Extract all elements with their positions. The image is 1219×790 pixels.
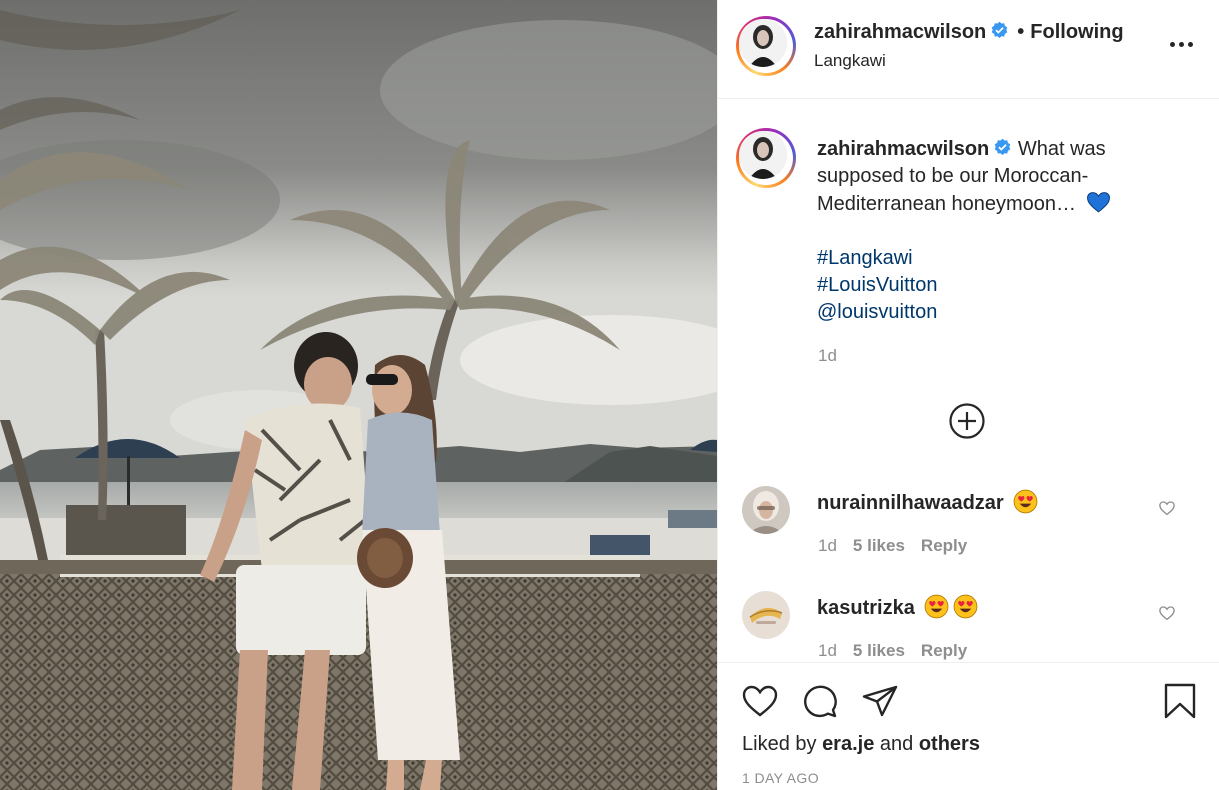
post-photo[interactable] [0, 0, 717, 790]
commenter-avatar[interactable] [742, 486, 790, 534]
heart-eyes-emoji [954, 594, 978, 619]
following-button[interactable]: Following [1030, 21, 1123, 43]
verified-badge-icon [992, 21, 1008, 38]
liked-by-prefix: Liked by [742, 733, 817, 755]
caption-time: 1d [818, 346, 837, 365]
comment-text: kasutrizka [817, 594, 978, 620]
like-heart-icon[interactable] [740, 681, 780, 721]
post-location[interactable]: Langkawi [814, 51, 886, 71]
share-send-icon[interactable] [860, 681, 900, 721]
comment-like-heart-icon[interactable] [1158, 604, 1176, 622]
mention-louisvuitton[interactable]: @louisvuitton [817, 299, 1117, 326]
commenter-username[interactable]: kasutrizka [817, 597, 915, 619]
comment-likes[interactable]: 5 likes [853, 536, 905, 555]
comment-likes[interactable]: 5 likes [853, 641, 905, 660]
caption-username[interactable]: zahirahmacwilson [817, 138, 989, 160]
comment-time: 1d [818, 641, 837, 660]
heart-eyes-emoji [1013, 489, 1038, 514]
hashtag-louisvuitton[interactable]: #LouisVuitton [817, 272, 1117, 299]
blue-heart-emoji [1086, 192, 1110, 213]
comment-item: nurainnilhawaadzar 1d 5 likes Reply [718, 472, 1219, 572]
load-more-comments-icon[interactable] [948, 402, 986, 440]
caption-text-block: zahirahmacwilson What was supposed to be… [817, 136, 1117, 326]
comment-bubble-icon[interactable] [800, 681, 840, 721]
comment-time: 1d [818, 536, 837, 555]
commenter-avatar[interactable] [742, 591, 790, 639]
post-action-bar: Liked by era.je and others 1 DAY AGO [718, 662, 1219, 790]
liked-by-user[interactable]: era.je [822, 733, 874, 755]
liked-by-others[interactable]: others [919, 733, 980, 755]
caption-avatar[interactable] [736, 128, 796, 188]
post-timestamp[interactable]: 1 DAY AGO [742, 770, 819, 786]
author-avatar[interactable] [736, 16, 796, 76]
comment-like-heart-icon[interactable] [1158, 499, 1176, 517]
hashtag-langkawi[interactable]: #Langkawi [817, 245, 1117, 272]
post-caption: zahirahmacwilson What was supposed to be… [718, 100, 1219, 468]
more-options-icon[interactable] [1170, 34, 1196, 54]
post-header: zahirahmacwilson • Following Langkawi [718, 0, 1219, 99]
separator-dot: • [1017, 21, 1025, 43]
verified-badge-icon [995, 138, 1011, 155]
post-side-panel: zahirahmacwilson • Following Langkawi zahi… [717, 0, 1219, 790]
comment-text: nurainnilhawaadzar [817, 489, 1038, 515]
comment-meta: 1d 5 likes Reply [818, 641, 983, 661]
author-line: zahirahmacwilson • Following [814, 21, 1124, 44]
save-bookmark-icon[interactable] [1160, 681, 1200, 721]
beach-couple-photo [0, 0, 717, 790]
liked-by-summary: Liked by era.je and others [742, 733, 980, 756]
reply-button[interactable]: Reply [921, 641, 967, 660]
reply-button[interactable]: Reply [921, 536, 967, 555]
comment-meta: 1d 5 likes Reply [818, 536, 983, 556]
commenter-username[interactable]: nurainnilhawaadzar [817, 492, 1004, 514]
author-username[interactable]: zahirahmacwilson [814, 21, 986, 43]
heart-eyes-emoji [925, 594, 949, 619]
liked-by-and: and [879, 733, 914, 755]
